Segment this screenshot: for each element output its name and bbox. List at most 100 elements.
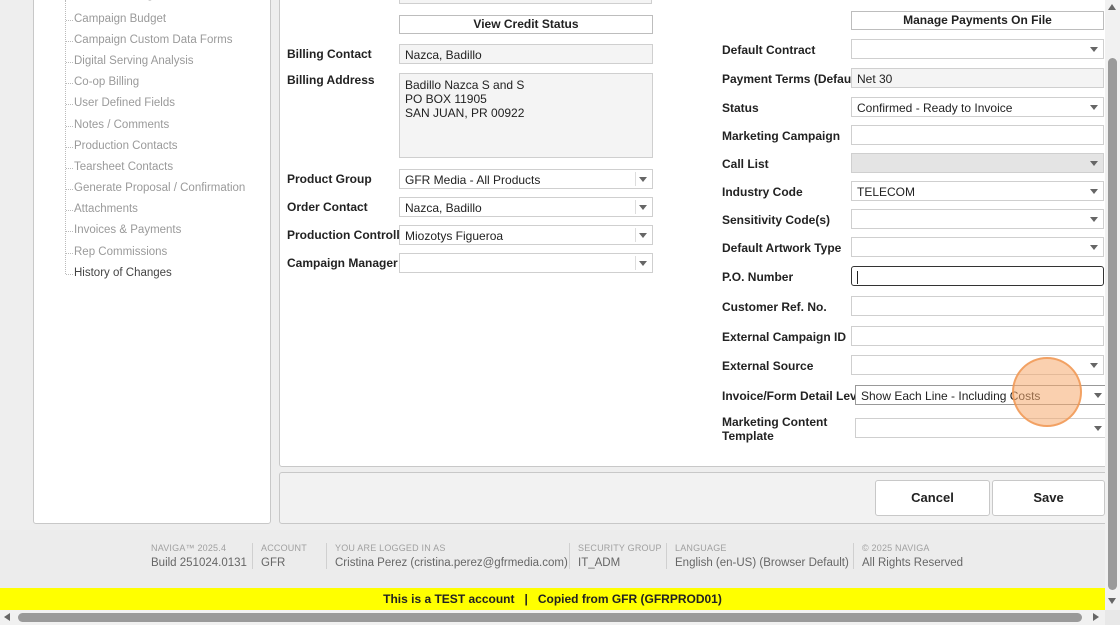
call-list-label: Call List [722,157,769,171]
tree-connector [66,274,73,275]
marketing-content-label: Marketing Content Template [722,415,827,443]
footer-language: LANGUAGE English (en-US) (Browser Defaul… [666,543,849,569]
customer-ref-label: Customer Ref. No. [722,300,827,314]
order-contact-label: Order Contact [287,200,368,214]
po-number-label: P.O. Number [722,270,794,284]
order-contact-value: Nazca, Badillo [405,201,482,215]
tree-connector [66,168,73,169]
call-list-select[interactable] [851,153,1104,173]
nav-item-tearsheet-contacts[interactable]: Tearsheet Contacts [74,161,173,173]
marketing-content-select[interactable] [855,418,1108,438]
tree-connector [66,231,73,232]
marketing-content-label-line2: Template [722,429,774,443]
tree-connector [66,41,73,42]
footer-product-value: Build 251024.0131 [151,557,247,569]
footer-account-value: GFR [261,557,286,569]
billing-address-field[interactable]: Badillo Nazca S and S PO BOX 11905 SAN J… [399,73,653,158]
default-contract-select[interactable] [851,39,1104,59]
billing-contact-label: Billing Contact [287,47,372,61]
nav-item-user-defined-fields[interactable]: User Defined Fields [74,97,175,109]
scroll-up-arrow-icon[interactable] [1108,4,1116,10]
tree-connector [66,83,73,84]
product-group-label: Product Group [287,172,372,186]
marketing-campaign-field[interactable] [851,125,1104,145]
nav-item-production-contacts[interactable]: Production Contacts [74,140,178,152]
tree-connector [66,62,73,63]
product-group-value: GFR Media - All Products [405,173,541,187]
nav-item-campaign-budget[interactable]: Campaign Budget [74,13,166,25]
payment-terms-field[interactable]: Net 30 [851,68,1104,88]
cancel-button[interactable]: Cancel [875,480,990,516]
agency-field-partial[interactable] [399,0,652,4]
nav-item-rep-commissions[interactable]: Rep Commissions [74,246,167,258]
vertical-scrollbar[interactable] [1105,0,1120,610]
nav-item-generate-proposal-confirmation[interactable]: Generate Proposal / Confirmation [74,182,245,194]
tree-connector [66,210,73,211]
industry-code-value: TELECOM [857,185,916,199]
footer-user-head: YOU ARE LOGGED IN AS [335,543,446,553]
status-value: Confirmed - Ready to Invoice [857,101,1013,115]
horizontal-scrollbar[interactable] [0,610,1105,625]
tree-connector [66,20,73,21]
default-contract-label: Default Contract [722,43,816,57]
industry-code-label: Industry Code [722,185,803,199]
footer-security-value: IT_ADM [578,557,621,569]
sensitivity-codes-label: Sensitivity Code(s) [722,213,831,227]
customer-ref-field[interactable] [851,296,1104,316]
nav-item-campaign-custom-data-forms[interactable]: Campaign Custom Data Forms [74,34,233,46]
billing-contact-field[interactable]: Nazca, Badillo [399,44,653,64]
scroll-down-arrow-icon[interactable] [1108,598,1116,604]
footer-user: YOU ARE LOGGED IN AS Cristina Perez (cri… [326,543,568,569]
nav-item-invoices-payments[interactable]: Invoices & Payments [74,224,181,236]
tree-connector [66,253,73,254]
nav-item-attachments[interactable]: Attachments [74,203,138,215]
production-controller-select[interactable]: Miozotys Figueroa [399,225,653,245]
default-artwork-select[interactable] [851,237,1104,257]
view-credit-status-button[interactable]: View Credit Status [399,15,653,34]
marketing-content-label-line1: Marketing Content [722,415,828,429]
nav-item-notes-comments[interactable]: Notes / Comments [74,119,169,131]
manage-payments-button[interactable]: Manage Payments On File [851,11,1104,30]
tree-connector [66,147,73,148]
footer-product-head: NAVIGA™ 2025.4 [151,543,227,553]
campaign-manager-select[interactable] [399,253,653,273]
nav-item-co-op-billing[interactable]: Co-op Billing [74,76,139,88]
status-label: Status [722,101,759,115]
scroll-right-arrow-icon[interactable] [1093,613,1099,621]
footer-user-value: Cristina Perez (cristina.perez@gfrmedia.… [335,557,568,569]
vertical-scroll-thumb[interactable] [1108,58,1117,590]
campaign-manager-label: Campaign Manager [287,256,398,270]
order-contact-select[interactable]: Nazca, Badillo [399,197,653,217]
save-button[interactable]: Save [992,480,1105,516]
footer-product: NAVIGA™ 2025.4 Build 251024.0131 [151,543,247,569]
footer-language-value: English (en-US) (Browser Default) [675,557,849,569]
footer-security: SECURITY GROUP IT_ADM [569,543,662,569]
footer-security-head: SECURITY GROUP [578,543,662,553]
status-select[interactable]: Confirmed - Ready to Invoice [851,97,1104,117]
industry-code-select[interactable]: TELECOM [851,181,1104,201]
nav-item-material-management[interactable]: Material Management [74,0,185,1]
horizontal-scroll-thumb[interactable] [18,613,1082,622]
scroll-left-arrow-icon[interactable] [4,613,10,621]
billing-address-label: Billing Address [287,73,375,87]
payment-terms-label: Payment Terms (Default) [722,72,863,86]
nav-item-history-of-changes[interactable]: History of Changes [74,267,172,279]
tree-connector [66,126,73,127]
product-group-select[interactable]: GFR Media - All Products [399,169,653,189]
external-campaign-field[interactable] [851,326,1104,346]
external-campaign-label: External Campaign ID [722,330,847,344]
sensitivity-codes-select[interactable] [851,209,1104,229]
po-number-input[interactable] [851,266,1104,286]
tree-connector [66,189,73,190]
test-account-banner: This is a TEST account | Copied from GFR… [0,588,1105,610]
external-source-label: External Source [722,359,814,373]
footer-language-head: LANGUAGE [675,543,727,553]
text-caret [857,271,858,285]
invoice-detail-label: Invoice/Form Detail Level [722,389,867,403]
marketing-campaign-label: Marketing Campaign [722,129,841,143]
side-nav-panel [33,0,271,524]
default-artwork-label: Default Artwork Type [722,241,842,255]
footer-account: ACCOUNT GFR [252,543,307,569]
nav-item-digital-serving-analysis[interactable]: Digital Serving Analysis [74,55,194,67]
click-indicator [1012,357,1082,427]
